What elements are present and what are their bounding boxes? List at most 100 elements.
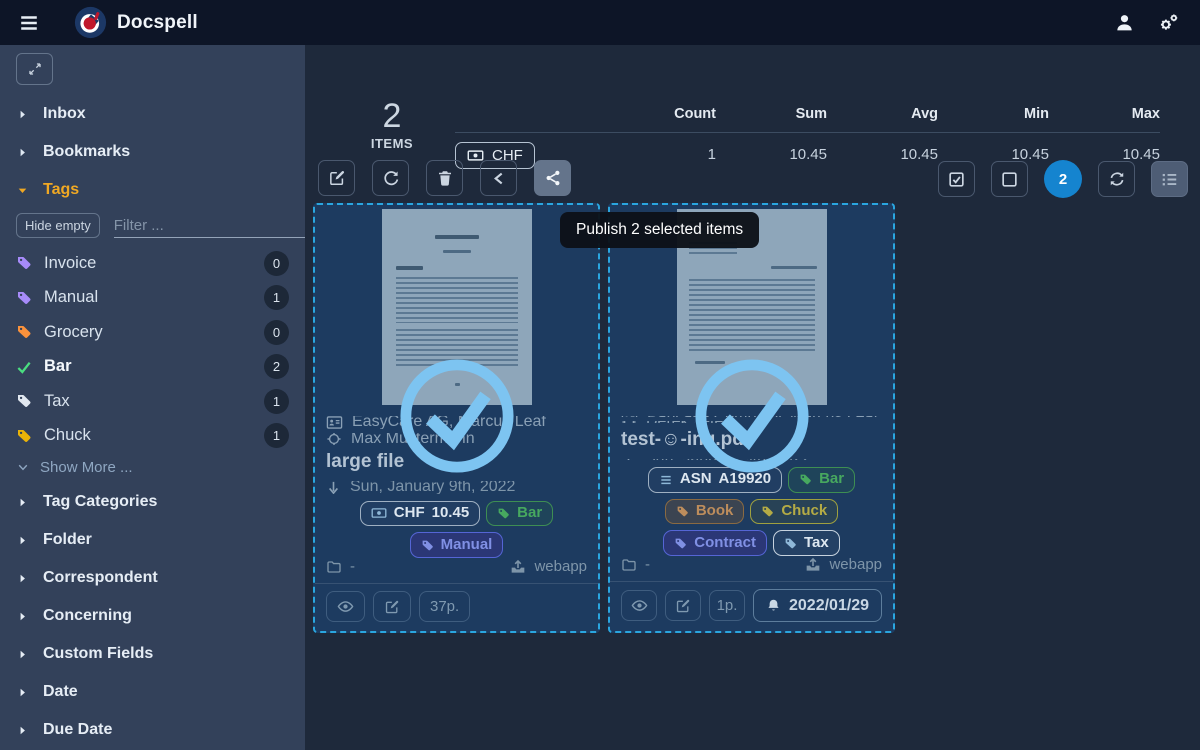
stats-item-count: 2 ITEMS	[352, 97, 432, 151]
select-none-button[interactable]	[991, 161, 1028, 197]
sidebar-tag-manual[interactable]: Manual1	[0, 281, 305, 316]
sidebar-tag-tax[interactable]: Tax1	[0, 384, 305, 419]
edit-selected-button[interactable]	[318, 160, 355, 196]
tag-icon	[799, 473, 812, 486]
edit-item-button[interactable]	[373, 591, 411, 622]
sidebar-item-inbox[interactable]: Inbox	[0, 95, 305, 133]
sidebar-item-folder[interactable]: Folder	[0, 521, 305, 559]
tag-icon	[16, 255, 32, 271]
document-preview[interactable]	[315, 209, 598, 407]
page-count-badge: 1p.	[709, 590, 745, 621]
item-card-list: EasyCare AG, Marcus Leaf Max Mustermann …	[313, 203, 895, 633]
menu-button[interactable]	[14, 8, 44, 38]
card-footer: 37p.	[315, 584, 598, 631]
tag-badge-bar[interactable]: Bar	[788, 467, 855, 493]
page-count-badge: 37p.	[419, 591, 470, 622]
settings-button[interactable]	[1150, 7, 1186, 39]
card-footer: 1p. 2022/01/29	[610, 582, 893, 631]
sidebar-item-concerning[interactable]: Concerning	[0, 597, 305, 635]
tag-icon	[761, 505, 774, 518]
stats-column-header: Sum	[716, 100, 827, 132]
tag-badge-bar[interactable]: Bar	[486, 501, 553, 527]
tag-name: Bar	[44, 357, 252, 376]
badge-list: CHF10.45BarManual	[315, 501, 598, 559]
tag-badge-chuck[interactable]: Chuck	[750, 499, 838, 525]
sidebar-tag-chuck[interactable]: Chuck 1	[0, 419, 305, 454]
collapse-sidebar-button[interactable]	[16, 53, 53, 85]
sidebar-item-correspondent[interactable]: Correspondent	[0, 559, 305, 597]
stats-column-header: Count	[605, 100, 716, 132]
sidebar-item-label: Date	[43, 683, 78, 701]
reprocess-selected-button[interactable]	[372, 160, 409, 196]
concerning-row: Max Mustermann	[315, 433, 598, 446]
item-card-1[interactable]: Pancake Company, Marcus Leaf Derek Jeter…	[608, 203, 895, 633]
docspell-logo-icon	[74, 6, 107, 39]
delete-selected-button[interactable]	[426, 160, 463, 196]
concerning-text: Derek Jeter	[646, 421, 729, 422]
address-card-icon	[326, 416, 343, 429]
caret-right-icon	[16, 108, 29, 121]
sidebar-tag-grocery[interactable]: Grocery0	[0, 315, 305, 350]
sidebar-tag-bar[interactable]: Bar2	[0, 350, 305, 385]
sidebar-item-tag-categories[interactable]: Tag Categories	[0, 483, 305, 521]
item-date-row: Sun, January 9th, 2022	[610, 459, 893, 460]
document-page-thumbnail	[382, 209, 532, 405]
sidebar-tag-invoice[interactable]: Invoice0	[0, 246, 305, 281]
caret-right-icon	[16, 724, 29, 737]
main-content: 2 ITEMS CountSumAvgMinMaxCHF110.4510.451…	[305, 45, 1200, 750]
item-card-0[interactable]: EasyCare AG, Marcus Leaf Max Mustermann …	[313, 203, 600, 633]
tag-count-badge: 1	[264, 285, 289, 310]
sidebar-item-label: Inbox	[43, 105, 86, 123]
sidebar-item-due-date[interactable]: Due Date	[0, 711, 305, 749]
account-button[interactable]	[1106, 7, 1142, 39]
folder-value: -	[350, 558, 355, 575]
bell-icon	[766, 598, 781, 613]
tag-count-badge: 1	[264, 423, 289, 448]
tag-icon	[676, 505, 689, 518]
item-title[interactable]: large file	[315, 451, 598, 473]
tag-name: Chuck	[44, 426, 252, 445]
tag-filter-row: Hide empty	[0, 211, 305, 246]
show-more-link[interactable]: Show More ...	[0, 453, 305, 481]
tag-badge-book[interactable]: Book	[665, 499, 745, 525]
select-mode-button[interactable]	[1151, 161, 1188, 197]
refresh-button[interactable]	[1098, 161, 1135, 197]
selection-toolbar	[318, 160, 571, 196]
preview-item-button[interactable]	[326, 591, 365, 622]
edit-item-button[interactable]	[665, 590, 701, 621]
badge-list: ASNA19920BarBookChuckContractTax	[610, 467, 893, 556]
bars-icon	[659, 473, 673, 487]
share-icon	[544, 169, 562, 187]
tag-filter-input[interactable]	[114, 217, 305, 234]
select-all-button[interactable]	[938, 161, 975, 197]
tag-filter-box	[114, 217, 305, 238]
stats-table: CountSumAvgMinMaxCHF110.4510.4510.4510.4…	[455, 100, 1161, 169]
tag-icon	[16, 428, 32, 444]
sidebar-item-bookmarks[interactable]: Bookmarks	[0, 133, 305, 171]
app-logo[interactable]: Docspell	[74, 6, 198, 39]
sidebar-item-label: Correspondent	[43, 569, 158, 587]
stats-value: 10.45	[716, 133, 827, 169]
folder-icon	[621, 557, 637, 573]
tag-badge-contract[interactable]: Contract	[663, 530, 767, 556]
caret-down-icon	[16, 184, 29, 197]
money-icon	[371, 505, 387, 521]
merge-selected-button[interactable]	[480, 160, 517, 196]
stats-value: 10.45	[827, 133, 938, 169]
hide-empty-button[interactable]: Hide empty	[16, 213, 100, 238]
tag-badge-tax[interactable]: Tax	[773, 530, 840, 556]
sidebar-item-custom-fields[interactable]: Custom Fields	[0, 635, 305, 673]
address-card-icon	[621, 416, 638, 417]
preview-item-button[interactable]	[621, 590, 657, 621]
sidebar-item-tags[interactable]: Tags	[0, 171, 305, 209]
item-title[interactable]: test-☺-ing.pdf	[610, 429, 893, 451]
trash-icon	[436, 169, 454, 187]
chevron-down-icon	[16, 460, 30, 474]
sync-icon	[1108, 170, 1126, 188]
tag-icon	[16, 324, 32, 340]
sidebar-item-date[interactable]: Date	[0, 673, 305, 711]
publish-selected-button[interactable]	[534, 160, 571, 196]
edit-icon	[675, 598, 691, 614]
item-count-label: ITEMS	[352, 136, 432, 151]
tag-badge-manual[interactable]: Manual	[410, 532, 504, 558]
